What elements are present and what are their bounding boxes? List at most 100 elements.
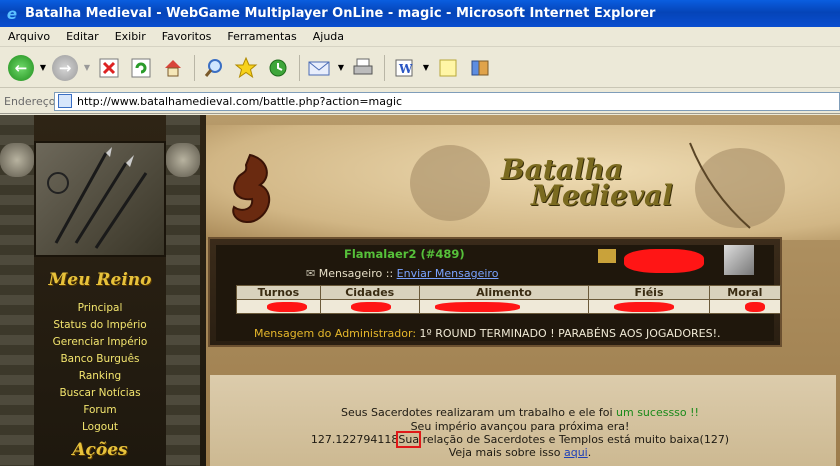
favorites-button[interactable] xyxy=(231,53,261,83)
more-info-link[interactable]: aqui xyxy=(564,446,588,459)
col-cidades: Cidades xyxy=(319,285,420,300)
admin-message: Mensagem do Administrador: 1º ROUND TERM… xyxy=(254,327,721,340)
result-line-2: Seu império avançou para próxima era! xyxy=(410,420,630,433)
menu-favoritos[interactable]: Favoritos xyxy=(154,30,220,43)
stats-table: Turnos Cidades Alimento Fiéis Moral xyxy=(236,285,782,314)
side-menu: Meu Reino Principal Status do Império Ge… xyxy=(34,270,166,466)
header-banner: Batalha Medieval xyxy=(206,125,840,240)
menubar: Arquivo Editar Exibir Favoritos Ferramen… xyxy=(0,27,840,47)
admin-label: Mensagem do Administrador: xyxy=(254,327,417,340)
web-page: Meu Reino Principal Status do Império Ge… xyxy=(0,115,840,466)
address-label: Endereço xyxy=(4,94,56,108)
menu-ferramentas[interactable]: Ferramentas xyxy=(219,30,304,43)
home-icon xyxy=(165,59,181,76)
forward-icon: → xyxy=(52,54,78,81)
forward-button[interactable]: → xyxy=(50,53,80,83)
history-icon xyxy=(269,59,287,76)
cell-cidades xyxy=(319,299,420,314)
weapons-image xyxy=(34,141,166,257)
cell-fieis xyxy=(588,299,710,314)
edit-dropdown-icon[interactable]: ▼ xyxy=(421,53,431,83)
sidebar: Meu Reino Principal Status do Império Ge… xyxy=(0,115,206,466)
toolbar: ← ▼ → ▼ ▼ W ▼ xyxy=(0,48,840,88)
redacted-mark xyxy=(624,249,704,273)
sidebar-item-noticias[interactable]: Buscar Notícias xyxy=(34,385,166,402)
menu-ajuda[interactable]: Ajuda xyxy=(305,30,352,43)
ie-icon: e xyxy=(6,4,18,23)
window-title: Batalha Medieval - WebGame Multiplayer O… xyxy=(25,6,656,21)
search-icon xyxy=(204,58,222,77)
menu-heading-actions: Ações xyxy=(72,440,128,460)
result-line-4: Veja mais sobre isso aqui. xyxy=(448,446,592,459)
sidebar-item-ranking[interactable]: Ranking xyxy=(34,368,166,385)
crossed-swords-icon xyxy=(724,245,754,275)
svg-text:W: W xyxy=(398,62,413,76)
sidebar-item-status[interactable]: Status do Império xyxy=(34,317,166,334)
skull-icon xyxy=(0,143,34,177)
home-button[interactable] xyxy=(158,53,188,83)
col-turnos: Turnos xyxy=(236,285,321,300)
messenger-button[interactable] xyxy=(465,53,495,83)
logo-line-2: Medieval xyxy=(531,179,673,212)
player-name: Flamalaer2 (#489) xyxy=(344,247,465,261)
stop-button[interactable] xyxy=(94,53,124,83)
mail-button[interactable] xyxy=(304,53,334,83)
sidebar-item-banco[interactable]: Banco Burguês xyxy=(34,351,166,368)
avatar xyxy=(598,249,616,263)
status-inner: Flamalaer2 (#489) ✉ Mensageiro :: Enviar… xyxy=(216,245,782,341)
highlighted-word: Sua xyxy=(396,431,422,448)
envelope-icon: ✉ xyxy=(306,267,316,280)
site-logo: Batalha Medieval xyxy=(501,156,673,212)
search-button[interactable] xyxy=(199,53,229,83)
skull-icon xyxy=(166,143,200,177)
send-message-link[interactable]: Enviar Mensageiro xyxy=(397,267,499,280)
refresh-icon xyxy=(131,58,151,77)
menu-editar[interactable]: Editar xyxy=(58,30,107,43)
cell-moral xyxy=(708,299,782,314)
sidebar-item-forum[interactable]: Forum xyxy=(34,402,166,419)
mail-icon xyxy=(308,61,330,75)
refresh-button[interactable] xyxy=(126,53,156,83)
messenger-line: ✉ Mensageiro :: Enviar Mensageiro xyxy=(306,267,498,280)
favorites-icon xyxy=(234,56,258,78)
discuss-icon xyxy=(439,59,457,76)
mail-dropdown-icon[interactable]: ▼ xyxy=(336,53,346,83)
address-url: http://www.batalhamedieval.com/battle.ph… xyxy=(77,94,403,108)
admin-text: 1º ROUND TERMINADO ! PARABÉNS AOS JOGADO… xyxy=(419,327,721,340)
main-area: Batalha Medieval Flamalaer2 (#489) ✉ Men… xyxy=(206,115,840,466)
cell-turnos xyxy=(236,299,321,314)
forward-dropdown-icon[interactable]: ▼ xyxy=(82,53,92,83)
messenger-label: Mensageiro :: xyxy=(318,267,394,280)
cell-alimento xyxy=(418,299,590,314)
result-number: 127.122794118 xyxy=(310,433,399,446)
result-line-1: Seus Sacerdotes realizaram um trabalho e… xyxy=(341,406,699,419)
col-fieis: Fiéis xyxy=(588,285,710,300)
edit-button[interactable]: W xyxy=(389,53,419,83)
success-text: um sucessso !! xyxy=(616,406,699,419)
address-bar: Endereço http://www.batalhamedieval.com/… xyxy=(0,89,840,114)
discuss-button[interactable] xyxy=(433,53,463,83)
sidebar-item-principal[interactable]: Principal xyxy=(34,300,166,317)
player-status-panel: Flamalaer2 (#489) ✉ Mensageiro :: Enviar… xyxy=(208,237,782,347)
result-area: Seus Sacerdotes realizaram um trabalho e… xyxy=(210,375,836,466)
stop-icon xyxy=(99,58,119,77)
col-alimento: Alimento xyxy=(418,285,590,300)
back-button[interactable]: ← xyxy=(6,53,36,83)
menu-heading: Meu Reino xyxy=(48,270,152,290)
page-icon xyxy=(58,94,72,108)
col-moral: Moral xyxy=(708,285,782,300)
back-icon: ← xyxy=(8,54,34,81)
sidebar-item-gerenciar[interactable]: Gerenciar Império xyxy=(34,334,166,351)
messenger-icon xyxy=(471,60,489,75)
window-titlebar: e Batalha Medieval - WebGame Multiplayer… xyxy=(0,0,840,27)
menu-arquivo[interactable]: Arquivo xyxy=(0,30,58,43)
back-dropdown-icon[interactable]: ▼ xyxy=(38,53,48,83)
edit-icon: W xyxy=(395,59,413,76)
print-button[interactable] xyxy=(348,53,378,83)
history-button[interactable] xyxy=(263,53,293,83)
menu-exibir[interactable]: Exibir xyxy=(107,30,154,43)
address-input[interactable]: http://www.batalhamedieval.com/battle.ph… xyxy=(54,91,840,111)
weapons-icon xyxy=(47,147,148,249)
result-line-3: 127.122794118Sua relação de Sacerdotes e… xyxy=(310,431,730,448)
sidebar-item-logout[interactable]: Logout xyxy=(34,419,166,436)
